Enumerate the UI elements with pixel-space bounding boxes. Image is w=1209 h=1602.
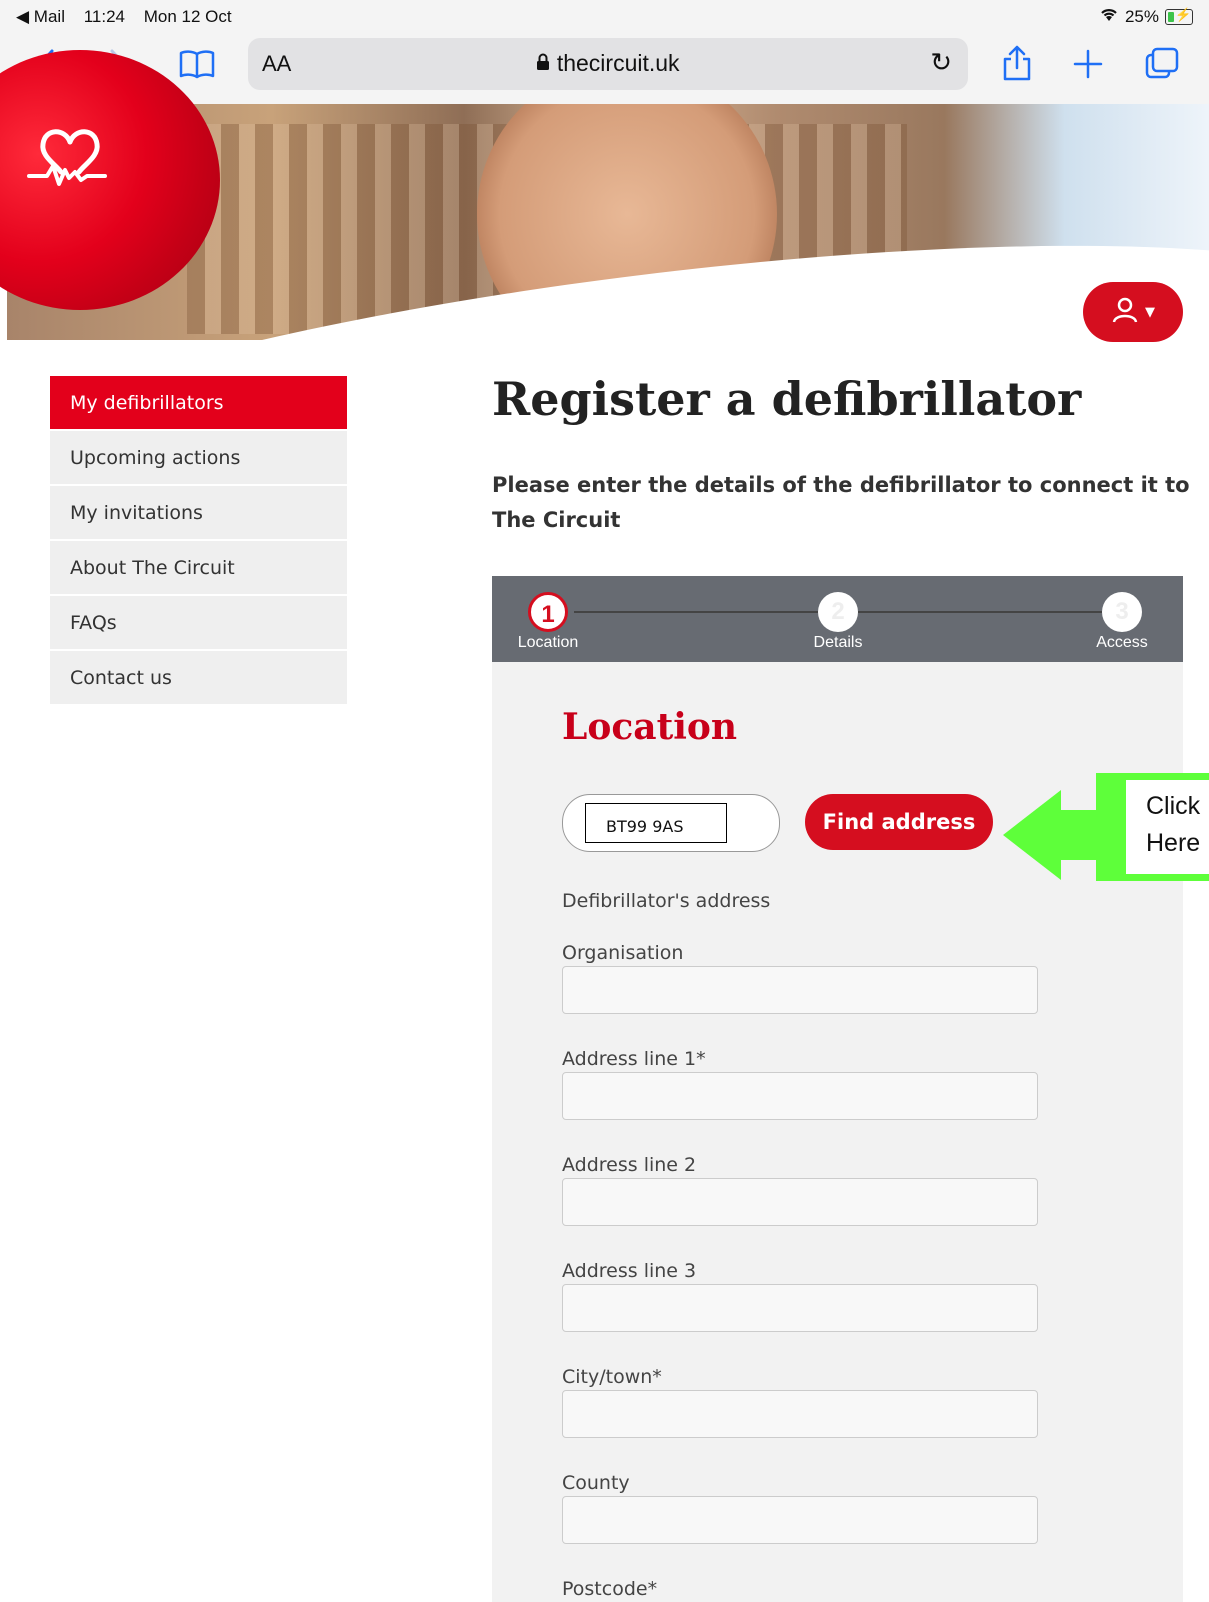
- status-time: 11:24: [83, 7, 125, 26]
- annotation-line-2: Here: [1146, 829, 1201, 857]
- sidebar-item-my-defibrillators[interactable]: My defibrillators: [50, 376, 347, 431]
- address-line-2-field[interactable]: [562, 1178, 1038, 1226]
- organisation-field[interactable]: [562, 966, 1038, 1014]
- sidebar-item-about[interactable]: About The Circuit: [50, 541, 347, 596]
- step-location: 1 Location: [508, 592, 588, 652]
- user-icon: [1111, 296, 1139, 328]
- city-town-field[interactable]: [562, 1390, 1038, 1438]
- address-heading: Defibrillator's address: [562, 890, 771, 912]
- intro-text: Please enter the details of the defibril…: [492, 473, 1190, 532]
- status-bar: ◀ Mail 11:24 Mon 12 Oct 25% ⚡: [0, 0, 1209, 36]
- lock-icon: [536, 50, 556, 76]
- url-text: thecircuit.uk: [556, 50, 680, 76]
- address-line-3-label: Address line 3: [562, 1260, 697, 1282]
- status-date: Mon 12 Oct: [143, 7, 232, 26]
- reload-icon[interactable]: ↻: [930, 48, 952, 78]
- battery-icon: ⚡: [1165, 7, 1193, 25]
- postcode-label: Postcode*: [562, 1578, 658, 1600]
- step-access: 3 Access: [1082, 592, 1162, 652]
- step-label: Location: [517, 634, 579, 651]
- sidebar-item-my-invitations[interactable]: My invitations: [50, 486, 347, 541]
- tabs-overview-icon[interactable]: [1144, 46, 1180, 84]
- annotation-arrow-shaft: [1058, 810, 1098, 860]
- sidebar-nav: My defibrillators Upcoming actions My in…: [50, 376, 347, 706]
- wifi-icon: [1099, 6, 1119, 27]
- find-address-button[interactable]: Find address: [805, 794, 993, 850]
- step-label: Details: [813, 634, 863, 651]
- step-number: 1: [528, 592, 568, 632]
- address-line-1-label: Address line 1*: [562, 1048, 706, 1070]
- address-bar[interactable]: AA thecircuit.uk ↻: [248, 38, 968, 90]
- county-label: County: [562, 1472, 630, 1494]
- account-menu-button[interactable]: ▼: [1083, 282, 1183, 342]
- postcode-value: BT99 9AS: [585, 803, 727, 843]
- battery-percent: 25%: [1124, 6, 1159, 26]
- caret-down-icon: ▼: [1145, 304, 1155, 320]
- organisation-label: Organisation: [562, 942, 684, 964]
- sidebar-item-upcoming-actions[interactable]: Upcoming actions: [50, 431, 347, 486]
- sidebar-item-faqs[interactable]: FAQs: [50, 596, 347, 651]
- step-label: Access: [1096, 634, 1148, 651]
- address-line-1-field[interactable]: [562, 1072, 1038, 1120]
- step-number: 2: [818, 592, 858, 632]
- progress-steps: 1 Location 2 Details 3 Access: [492, 576, 1183, 662]
- postcode-search-input[interactable]: BT99 9AS: [562, 794, 780, 852]
- address-line-2-label: Address line 2: [562, 1154, 697, 1176]
- step-details: 2 Details: [798, 592, 878, 652]
- county-field[interactable]: [562, 1496, 1038, 1544]
- address-line-3-field[interactable]: [562, 1284, 1038, 1332]
- location-form-panel: Location BT99 9AS Find address Defibrill…: [492, 662, 1183, 1602]
- bookmarks-book-icon[interactable]: [178, 48, 216, 84]
- back-to-app-link[interactable]: ◀ Mail: [16, 7, 65, 26]
- section-title: Location: [562, 706, 738, 748]
- step-number: 3: [1102, 592, 1142, 632]
- share-icon[interactable]: [1000, 44, 1034, 86]
- annotation-line-1: Click: [1146, 792, 1201, 820]
- page-title: Register a defibrillator: [492, 372, 1082, 426]
- annotation-text: Click Here: [1126, 780, 1209, 874]
- annotation-arrow-icon: [1003, 790, 1061, 880]
- city-town-label: City/town*: [562, 1366, 662, 1388]
- url-display[interactable]: thecircuit.uk: [248, 50, 968, 77]
- sidebar-item-contact[interactable]: Contact us: [50, 651, 347, 706]
- new-tab-plus-icon[interactable]: [1072, 48, 1104, 84]
